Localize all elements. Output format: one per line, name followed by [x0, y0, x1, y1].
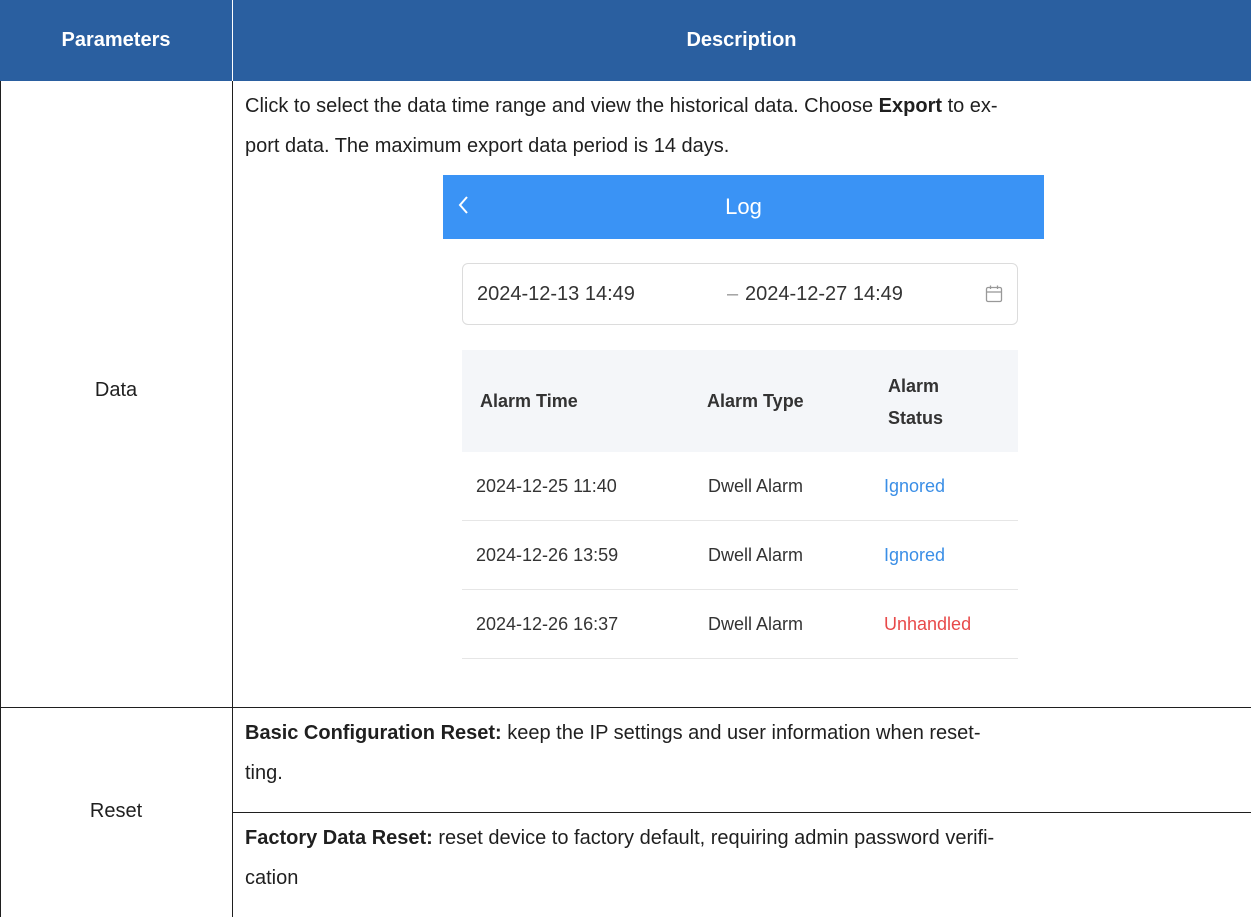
factory-reset-term: Factory Data Reset: [245, 827, 433, 849]
alarm-time: 2024-12-25 11:40 [476, 476, 617, 496]
log-row[interactable]: 2024-12-26 13:59 Dwell Alarm Ignored [462, 521, 1018, 590]
basic-reset-description: Basic Configuration Reset: keep the IP s… [245, 722, 981, 784]
table-header: Parameters Description [0, 0, 1251, 81]
row-divider [0, 707, 1251, 708]
factory-reset-description: Factory Data Reset: reset device to fact… [245, 827, 995, 889]
parameters-header: Parameters [61, 29, 171, 51]
alarm-type: Dwell Alarm [708, 545, 804, 565]
data-description-line1: Click to select the data time range and … [245, 95, 998, 117]
column-divider [232, 81, 233, 917]
param-data: Data [94, 379, 138, 401]
range-to[interactable]: 2024-12-27 14:49 [745, 264, 903, 324]
col-alarm-status-1: Alarm [888, 376, 940, 396]
alarm-time: 2024-12-26 16:37 [476, 614, 619, 634]
reset-subrow-divider [232, 812, 1251, 813]
description-header: Description [686, 29, 797, 51]
log-table-header: Alarm Time Alarm Type Alarm Status [462, 350, 1018, 452]
range-from[interactable]: 2024-12-13 14:49 [477, 264, 635, 324]
export-term: Export [878, 95, 943, 117]
left-border [0, 81, 1, 917]
date-range-picker[interactable]: 2024-12-13 14:49 – 2024-12-27 14:49 [462, 263, 1018, 325]
param-reset: Reset [89, 800, 143, 822]
alarm-status[interactable]: Unhandled [884, 590, 971, 658]
alarm-status[interactable]: Ignored [884, 452, 945, 520]
alarm-type: Dwell Alarm [708, 476, 804, 496]
alarm-type: Dwell Alarm [708, 614, 804, 634]
col-alarm-status-2: Status [888, 408, 944, 428]
alarm-time: 2024-12-26 13:59 [476, 545, 619, 565]
basic-reset-term: Basic Configuration Reset: [245, 722, 502, 744]
col-alarm-type: Alarm Type [707, 391, 804, 411]
range-separator: – [727, 283, 739, 305]
log-row[interactable]: 2024-12-25 11:40 Dwell Alarm Ignored [462, 452, 1018, 521]
alarm-status[interactable]: Ignored [884, 521, 945, 589]
log-title: Log [725, 194, 762, 219]
log-app-bar: Log [443, 175, 1044, 239]
col-alarm-time: Alarm Time [480, 391, 578, 411]
log-row[interactable]: 2024-12-26 16:37 Dwell Alarm Unhandled [462, 590, 1018, 659]
data-description-line2: port data. The maximum export data perio… [245, 135, 730, 157]
data-description: Click to select the data time range and … [245, 86, 1235, 166]
calendar-icon[interactable] [984, 284, 1004, 304]
